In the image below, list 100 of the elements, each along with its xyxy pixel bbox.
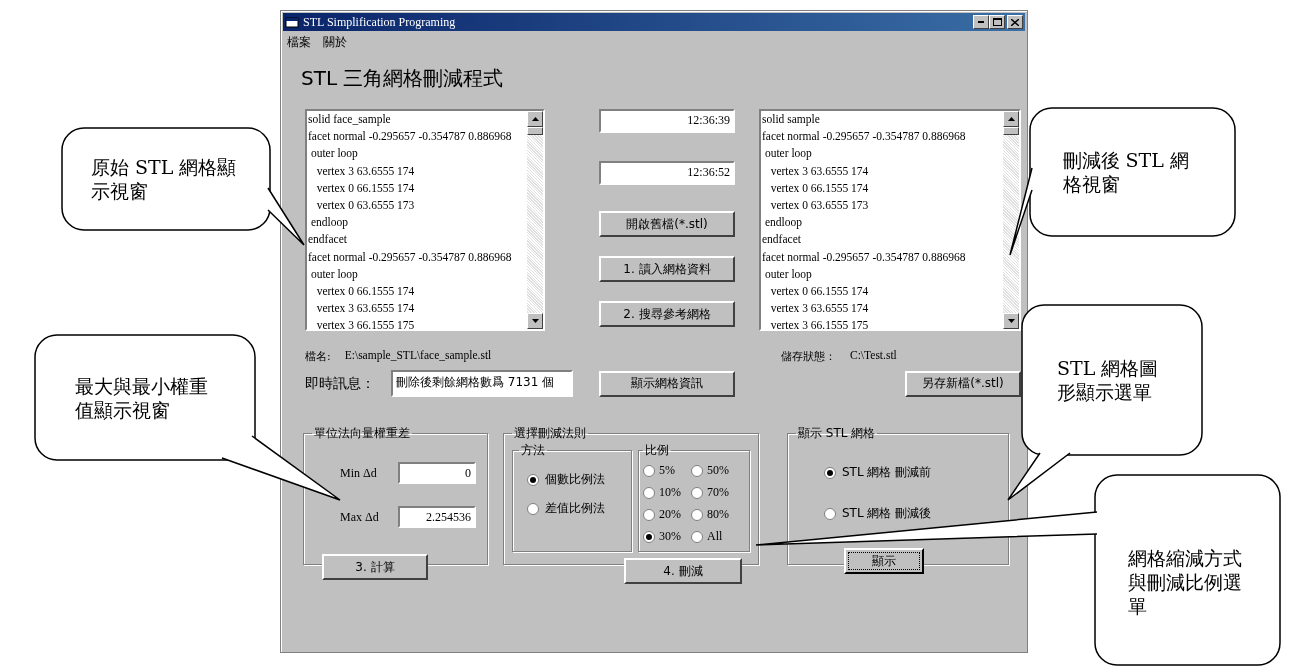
listing-line: facet normal -0.295657 -0.354787 0.886968 <box>308 249 512 265</box>
listing-line: outer loop <box>763 146 812 162</box>
maximize-button[interactable] <box>989 15 1005 29</box>
radio-button[interactable] <box>643 530 655 543</box>
radio-label[interactable]: 20% <box>659 507 681 522</box>
listing-line: endfacet <box>762 232 801 248</box>
window-title: STL Simplification Programing <box>303 14 457 30</box>
scrollbar[interactable] <box>1003 111 1019 329</box>
radio-label[interactable]: 個數比例法 <box>545 471 605 488</box>
message-field[interactable]: 刪除後剩餘網格數爲 7131 個 <box>391 370 573 397</box>
display-button[interactable]: 顯示 <box>844 548 924 574</box>
group-title: 顯示 STL 網格 <box>797 425 877 442</box>
minimize-icon <box>978 21 984 23</box>
listing-line: solid face_sample <box>308 112 391 128</box>
down-arrow-icon <box>531 319 539 323</box>
listing-line: vertex 0 63.6555 173 <box>769 198 869 213</box>
callout-text: 刪減後 STL 網格視窗 <box>1062 148 1190 196</box>
radio-button[interactable] <box>691 464 703 477</box>
scroll-thumb[interactable] <box>1003 127 1019 135</box>
radio-button[interactable] <box>691 530 703 543</box>
radio-button[interactable] <box>691 508 703 521</box>
listing-line: outer loop <box>763 266 812 283</box>
time-field[interactable]: 12:36:52 <box>599 161 735 185</box>
up-arrow-icon <box>1007 117 1015 121</box>
compute-button[interactable]: 3. 計算 <box>322 554 428 580</box>
field-label: Max Δd <box>340 509 380 525</box>
save-status-label: 儲存狀態： <box>781 349 836 364</box>
group-title: 選擇刪減法則 <box>513 425 587 442</box>
radio-button[interactable] <box>643 464 655 477</box>
callout-text: 原始 STL 網格顯示視窗 <box>91 155 238 203</box>
radio-label[interactable]: 80% <box>707 507 729 522</box>
window-icon <box>285 16 299 28</box>
callout-text: 網格縮減方式與刪減比例選單 <box>1127 546 1243 618</box>
field-label: Min Δd <box>340 465 378 481</box>
menu-item[interactable]: 檔案 <box>287 33 311 51</box>
radio-button[interactable] <box>527 502 539 515</box>
file-name-label: 檔名: <box>305 349 331 364</box>
value-field[interactable]: 0 <box>398 462 476 484</box>
info-button[interactable]: 顯示網格資訊 <box>599 370 735 397</box>
save-as-button[interactable]: 另存新檔(*.stl) <box>905 370 1021 397</box>
action-button[interactable]: 2. 搜尋參考網格 <box>599 301 735 327</box>
close-button[interactable] <box>1007 15 1023 29</box>
close-icon <box>1011 18 1019 26</box>
scrollbar[interactable] <box>527 111 543 329</box>
radio-label[interactable]: 70% <box>707 485 729 500</box>
listing-line: outer loop <box>309 266 358 283</box>
listing-line: vertex 0 63.6555 173 <box>315 198 415 213</box>
up-arrow-icon <box>531 117 539 121</box>
down-arrow-icon <box>1007 319 1015 323</box>
listing-line: endloop <box>309 215 348 231</box>
listing-line: vertex 3 66.1555 175 <box>315 318 415 329</box>
menu-item[interactable]: 關於 <box>323 33 347 51</box>
radio-label[interactable]: 差值比例法 <box>545 500 605 517</box>
scroll-thumb[interactable] <box>527 127 543 135</box>
listing-line: vertex 3 63.6555 174 <box>315 301 415 317</box>
listing-line: vertex 3 63.6555 174 <box>315 163 415 179</box>
radio-label[interactable]: STL 網格 刪減後 <box>842 505 932 522</box>
action-button[interactable]: 開啟舊檔(*.stl) <box>599 211 735 237</box>
save-path: C:\Test.stl <box>850 349 897 363</box>
radio-button[interactable] <box>691 486 703 499</box>
text-listing[interactable] <box>305 109 545 331</box>
radio-label[interactable]: All <box>707 529 723 544</box>
reduce-button[interactable]: 4. 刪減 <box>624 558 742 584</box>
minimize-button[interactable] <box>973 15 989 29</box>
listing-line: endfacet <box>308 232 347 248</box>
radio-label[interactable]: 5% <box>659 463 675 478</box>
listing-line: facet normal -0.295657 -0.354787 0.886968 <box>762 249 966 265</box>
group-title: 方法 <box>520 442 546 459</box>
callout-text: 最大與最小權重值顯示視窗 <box>75 373 209 422</box>
text-listing[interactable] <box>759 109 1021 331</box>
radio-button[interactable] <box>643 508 655 521</box>
message-label: 即時訊息： <box>305 374 376 393</box>
radio-button[interactable] <box>824 466 836 479</box>
time-field[interactable]: 12:36:39 <box>599 109 735 133</box>
listing-line: vertex 0 66.1555 174 <box>315 180 415 196</box>
maximize-icon <box>992 18 1002 26</box>
radio-button[interactable] <box>643 486 655 499</box>
listing-line: outer loop <box>309 146 358 162</box>
group-title: 單位法向量權重差 <box>313 425 411 442</box>
action-button[interactable]: 1. 讀入網格資料 <box>599 256 735 282</box>
listing-line: vertex 0 66.1555 174 <box>769 180 869 196</box>
listing-line: vertex 3 63.6555 174 <box>769 163 869 179</box>
listing-line: vertex 0 66.1555 174 <box>315 284 415 300</box>
radio-button[interactable] <box>527 473 539 486</box>
listing-line: facet normal -0.295657 -0.354787 0.886968 <box>308 129 512 145</box>
callout-text: STL 網格圖形顯示選單 <box>1057 356 1160 404</box>
file-path: E:\sample_STL\face_sample.stl <box>344 349 492 364</box>
listing-line: vertex 3 66.1555 175 <box>769 318 869 329</box>
radio-label[interactable]: STL 網格 刪減前 <box>842 464 932 481</box>
group-title: 比例 <box>644 442 670 459</box>
listing-line: facet normal -0.295657 -0.354787 0.886968 <box>762 129 966 145</box>
radio-button[interactable] <box>824 507 836 520</box>
listing-line: endloop <box>763 215 802 231</box>
radio-label[interactable]: 50% <box>707 463 729 478</box>
listing-line: vertex 0 66.1555 174 <box>769 284 869 300</box>
value-field[interactable]: 2.254536 <box>398 506 476 528</box>
listing-line: solid sample <box>762 112 820 128</box>
radio-label[interactable]: 10% <box>659 485 681 500</box>
app-heading: STL 三角網格刪減程式 <box>301 65 505 92</box>
radio-label[interactable]: 30% <box>659 529 681 544</box>
